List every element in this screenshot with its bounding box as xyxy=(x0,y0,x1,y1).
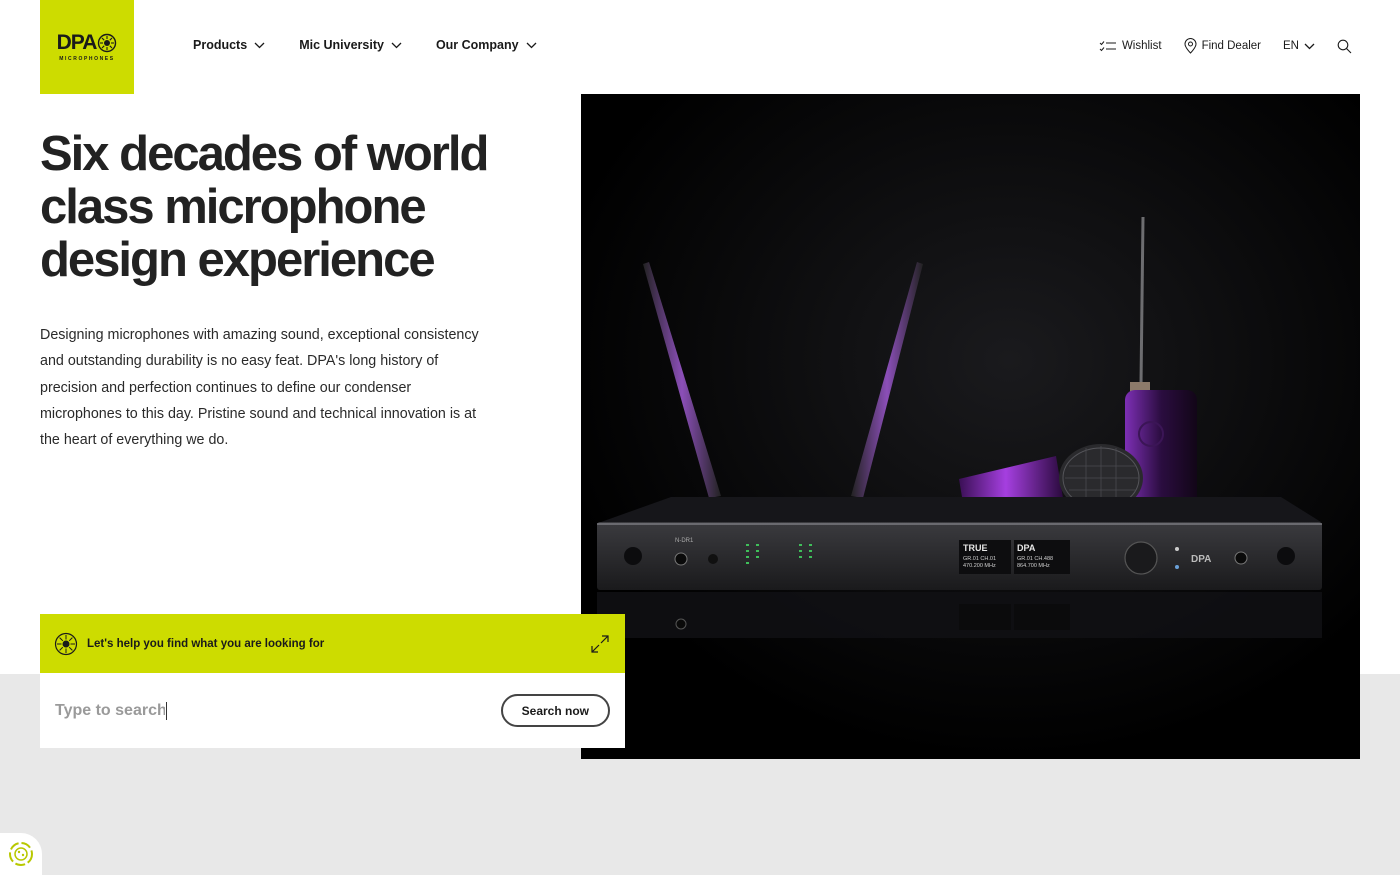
display-right-line2: 864.700 MHz xyxy=(1017,563,1050,569)
wishlist-icon xyxy=(1099,41,1116,52)
language-label: EN xyxy=(1283,40,1299,52)
display-right-line1: GR.01 CH.488 xyxy=(1017,556,1053,562)
display-left-line1: GR.01 CH.01 xyxy=(963,556,996,562)
chevron-down-icon xyxy=(254,42,265,48)
location-pin-icon xyxy=(1184,38,1197,54)
receiver-model-label: N-DR1 xyxy=(675,538,694,544)
logo-sunburst-icon xyxy=(98,33,117,52)
expand-icon[interactable] xyxy=(591,634,609,653)
wishlist-label: Wishlist xyxy=(1121,40,1162,52)
cookie-settings-button[interactable] xyxy=(0,833,42,875)
search-now-button[interactable]: Search now xyxy=(500,694,610,727)
cookie-icon xyxy=(9,842,33,866)
search-panel-heading: Let's help you find what you are looking… xyxy=(87,637,325,650)
find-dealer-link[interactable]: Find Dealer xyxy=(1184,38,1261,54)
product-photo: N-DR1 TRUE GR.01 CH.01 470.200 MHz DPA G… xyxy=(581,94,1360,759)
sunburst-icon xyxy=(54,632,78,655)
search-panel-body: Search now xyxy=(40,673,625,748)
utility-nav: Wishlist Find Dealer EN xyxy=(1099,38,1352,54)
search-icon xyxy=(1337,39,1352,53)
display-left-line2: 470.200 MHz xyxy=(963,563,996,569)
main-nav: Products Mic University Our Company xyxy=(193,38,537,52)
logo[interactable]: DPA MICROPHONES xyxy=(40,0,134,94)
page-title: Six decades of world class microphone de… xyxy=(40,127,489,287)
chevron-down-icon xyxy=(1304,43,1315,49)
nav-item-label: Our Company xyxy=(435,38,519,52)
display-right-title: DPA xyxy=(1017,543,1036,553)
chevron-down-icon xyxy=(391,42,402,48)
search-panel-header[interactable]: Let's help you find what you are looking… xyxy=(40,614,625,673)
search-toggle[interactable] xyxy=(1337,39,1352,54)
nav-item-mic-university[interactable]: Mic University xyxy=(299,38,402,52)
hero-description: Designing microphones with amazing sound… xyxy=(40,327,479,449)
wishlist-link[interactable]: Wishlist xyxy=(1099,40,1162,52)
logo-mark: DPA xyxy=(57,32,118,53)
chevron-down-icon xyxy=(526,42,537,48)
language-selector[interactable]: EN xyxy=(1283,40,1315,52)
logo-subtext: MICROPHONES xyxy=(59,56,115,62)
hero-image: N-DR1 TRUE GR.01 CH.01 470.200 MHz DPA G… xyxy=(581,94,1360,759)
search-input[interactable] xyxy=(55,701,167,720)
find-dealer-label: Find Dealer xyxy=(1201,40,1262,52)
nav-item-label: Products xyxy=(193,38,248,52)
nav-item-our-company[interactable]: Our Company xyxy=(436,38,537,52)
nav-item-label: Mic University xyxy=(299,38,384,52)
nav-item-products[interactable]: Products xyxy=(193,38,265,52)
receiver-brand-label: DPA xyxy=(1191,554,1211,565)
logo-text: DPA xyxy=(56,31,98,54)
display-left-title: TRUE xyxy=(963,543,988,553)
